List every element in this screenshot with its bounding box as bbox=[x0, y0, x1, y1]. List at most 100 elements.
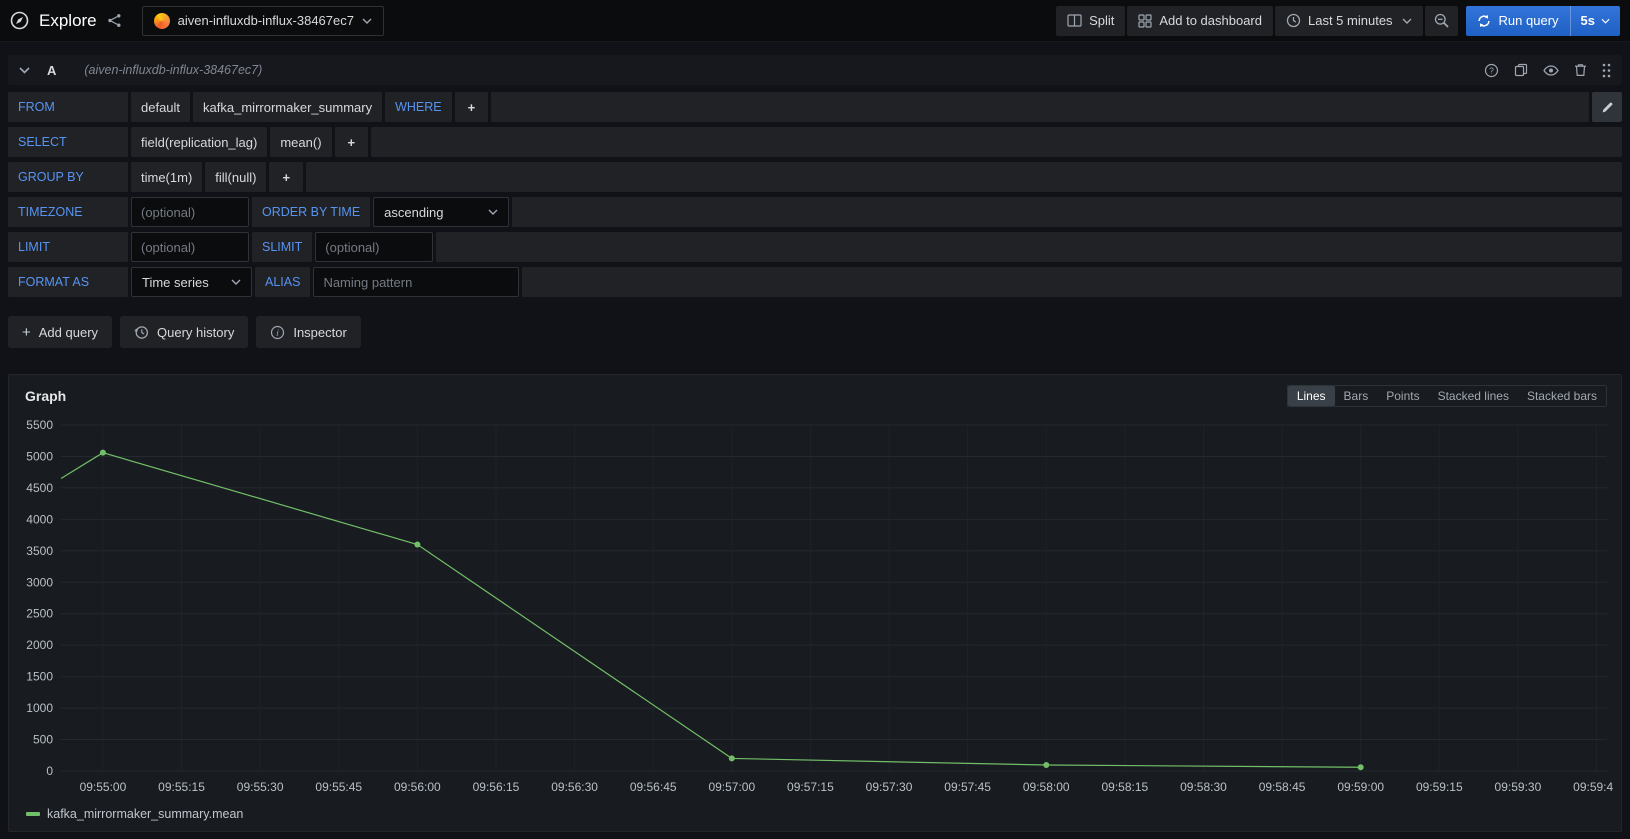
data-point-marker[interactable] bbox=[414, 541, 421, 548]
y-axis-tick-label: 500 bbox=[33, 733, 53, 747]
y-axis-tick-label: 5500 bbox=[26, 418, 53, 432]
draw-mode-lines[interactable]: Lines bbox=[1287, 386, 1335, 406]
timezone-keyword[interactable]: TIMEZONE bbox=[8, 197, 128, 227]
aggregation-segment[interactable]: mean() bbox=[270, 127, 332, 157]
duplicate-query-button[interactable] bbox=[1514, 63, 1528, 77]
draw-mode-bars[interactable]: Bars bbox=[1335, 386, 1378, 406]
order-by-time-keyword[interactable]: ORDER BY TIME bbox=[252, 197, 371, 227]
query-history-button[interactable]: Query history bbox=[120, 316, 249, 348]
explore-toolbar: Explore aiven-influxdb-influx-38467ec7 S… bbox=[0, 0, 1630, 42]
query-row: SELECT field(replication_lag) mean() + bbox=[8, 127, 1622, 157]
chevron-down-icon bbox=[1402, 18, 1412, 24]
timezone-input[interactable] bbox=[131, 197, 249, 227]
fill-segment[interactable]: fill(null) bbox=[205, 162, 267, 192]
x-axis-tick-label: 09:55:45 bbox=[315, 780, 362, 794]
query-row-filler bbox=[306, 162, 1622, 192]
disable-query-button[interactable] bbox=[1543, 64, 1559, 76]
explore-compass-icon bbox=[10, 11, 29, 30]
time-range-picker[interactable]: Last 5 minutes bbox=[1275, 5, 1423, 36]
where-keyword[interactable]: WHERE bbox=[385, 92, 452, 122]
draw-mode-points[interactable]: Points bbox=[1377, 386, 1428, 406]
add-query-button[interactable]: + Add query bbox=[8, 316, 113, 348]
chevron-down-icon bbox=[1601, 18, 1610, 24]
x-axis-tick-label: 09:58:30 bbox=[1180, 780, 1227, 794]
select-value: ascending bbox=[384, 204, 444, 220]
y-axis-tick-label: 4000 bbox=[26, 512, 53, 526]
time-range-label: Last 5 minutes bbox=[1308, 13, 1393, 28]
draw-mode-stacked-bars[interactable]: Stacked bars bbox=[1518, 386, 1606, 406]
x-axis-tick-label: 09:59:15 bbox=[1416, 780, 1463, 794]
draw-mode-stacked-lines[interactable]: Stacked lines bbox=[1429, 386, 1518, 406]
help-circle-icon: ? bbox=[1484, 63, 1499, 77]
add-select-part-button[interactable]: + bbox=[334, 127, 369, 157]
slimit-keyword[interactable]: SLIMIT bbox=[252, 232, 313, 262]
order-direction-select[interactable]: ascending bbox=[373, 197, 510, 227]
split-label: Split bbox=[1089, 13, 1115, 28]
clock-icon bbox=[1286, 13, 1301, 28]
x-axis-tick-label: 09:58:45 bbox=[1259, 780, 1306, 794]
format-as-select[interactable]: Time series bbox=[131, 267, 252, 297]
drag-query-handle[interactable] bbox=[1602, 63, 1611, 78]
pencil-icon bbox=[1602, 101, 1613, 112]
chevron-down-icon bbox=[488, 209, 498, 215]
share-icon[interactable] bbox=[107, 13, 122, 28]
x-axis-tick-label: 09:55:15 bbox=[158, 780, 205, 794]
x-axis-tick-label: 09:55:00 bbox=[80, 780, 127, 794]
query-row: GROUP BY time(1m) fill(null) + bbox=[8, 162, 1622, 192]
x-axis-tick-label: 09:55:30 bbox=[237, 780, 284, 794]
refresh-interval-select[interactable]: 5s bbox=[1569, 5, 1620, 36]
chevron-down-icon bbox=[231, 279, 241, 285]
alias-input[interactable] bbox=[313, 267, 520, 297]
from-keyword[interactable]: FROM bbox=[8, 92, 128, 122]
query-help-button[interactable]: ? bbox=[1484, 63, 1499, 78]
data-point-marker[interactable] bbox=[1043, 762, 1050, 769]
add-to-dashboard-button[interactable]: Add to dashboard bbox=[1127, 5, 1273, 36]
retention-policy-segment[interactable]: default bbox=[131, 92, 191, 122]
chevron-down-icon bbox=[362, 18, 372, 24]
grafana-datasource-icon bbox=[153, 12, 170, 29]
zoom-out-button[interactable] bbox=[1424, 5, 1458, 36]
y-axis-tick-label: 5000 bbox=[26, 449, 53, 463]
y-axis-tick-label: 1000 bbox=[26, 701, 53, 715]
query-row-filler bbox=[436, 232, 1622, 262]
add-where-condition-button[interactable]: + bbox=[454, 92, 489, 122]
group-by-time-segment[interactable]: time(1m) bbox=[131, 162, 203, 192]
data-point-marker[interactable] bbox=[1357, 764, 1364, 771]
copy-icon bbox=[1514, 63, 1528, 77]
format-as-keyword[interactable]: FORMAT AS bbox=[8, 267, 128, 297]
split-button[interactable]: Split bbox=[1056, 5, 1126, 36]
y-axis-tick-label: 4500 bbox=[26, 481, 53, 495]
limit-input[interactable] bbox=[131, 232, 249, 262]
select-keyword[interactable]: SELECT bbox=[8, 127, 128, 157]
page-title: Explore bbox=[39, 10, 97, 30]
x-axis-tick-label: 09:56:00 bbox=[394, 780, 441, 794]
query-builder-rows: FROM default kafka_mirrormaker_summary WHER… bbox=[8, 92, 1622, 297]
alias-keyword[interactable]: ALIAS bbox=[255, 267, 311, 297]
refresh-interval-value: 5s bbox=[1580, 13, 1595, 28]
query-row-filler bbox=[371, 127, 1622, 157]
datasource-picker[interactable]: aiven-influxdb-influx-38467ec7 bbox=[141, 5, 384, 36]
run-query-button[interactable]: Run query 5s bbox=[1465, 5, 1620, 36]
data-point-marker[interactable] bbox=[728, 755, 735, 762]
field-segment[interactable]: field(replication_lag) bbox=[131, 127, 268, 157]
group-by-keyword[interactable]: GROUP BY bbox=[8, 162, 128, 192]
panel-title: Graph bbox=[25, 388, 67, 404]
add-group-by-button[interactable]: + bbox=[269, 162, 304, 192]
time-series-chart[interactable]: 0 500 1000 1500 2000 2500 3000 3500 4000 4500 5000… bbox=[17, 415, 1613, 807]
collapse-query-icon[interactable] bbox=[19, 66, 30, 74]
apps-grid-icon bbox=[1138, 13, 1152, 28]
draw-mode-toggle: Lines Bars Points Stacked lines Stacked bars bbox=[1286, 385, 1607, 407]
limit-keyword[interactable]: LIMIT bbox=[8, 232, 128, 262]
drag-handle-icon bbox=[1602, 63, 1611, 77]
query-row: LIMIT SLIMIT bbox=[8, 232, 1622, 262]
legend-series-name[interactable]: kafka_mirrormaker_summary.mean bbox=[47, 807, 243, 821]
plus-icon: + bbox=[22, 323, 31, 341]
toggle-text-edit-mode-button[interactable] bbox=[1592, 92, 1622, 122]
measurement-segment[interactable]: kafka_mirrormaker_summary bbox=[193, 92, 383, 122]
y-axis-tick-label: 0 bbox=[46, 764, 53, 778]
query-datasource-hint: (aiven-influxdb-influx-38467ec7) bbox=[84, 63, 263, 77]
slimit-input[interactable] bbox=[315, 232, 434, 262]
inspector-button[interactable]: i Inspector bbox=[256, 316, 361, 348]
data-point-marker[interactable] bbox=[99, 449, 106, 456]
remove-query-button[interactable] bbox=[1574, 63, 1587, 77]
